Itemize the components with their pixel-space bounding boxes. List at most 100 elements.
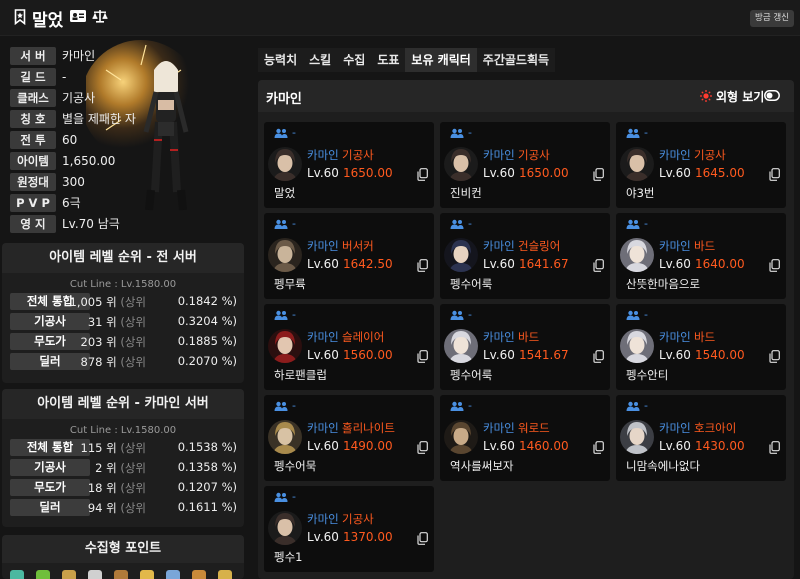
info-label: 전 투 bbox=[10, 130, 56, 149]
tab-weekly-gold[interactable]: 주간골드획득 bbox=[476, 48, 556, 72]
info-row-guild: 길 드- bbox=[10, 67, 66, 86]
rank-label: 무도가 bbox=[10, 333, 90, 350]
character-card[interactable]: - 카마인 바드 Lv.60 1640.00 산뜻한마음으로 bbox=[616, 213, 786, 299]
rank-percent: 0.1842 %) bbox=[177, 294, 237, 308]
character-item-level: 1460.00 bbox=[519, 439, 569, 453]
character-card[interactable]: - 카마인 기공사 Lv.60 1370.00 펭수1 bbox=[264, 486, 434, 572]
copy-icon[interactable] bbox=[417, 532, 428, 545]
copy-icon[interactable] bbox=[769, 259, 780, 272]
copy-icon[interactable] bbox=[417, 350, 428, 363]
tab-skills[interactable]: 스킬 bbox=[303, 48, 338, 72]
character-avatar bbox=[268, 420, 302, 454]
refresh-button[interactable]: 방금 갱신 bbox=[750, 10, 794, 27]
rank-title: 아이템 레벨 순위 - 카마인 서버 bbox=[2, 389, 244, 419]
giant-heart-icon[interactable] bbox=[62, 570, 76, 579]
sea-bounty-icon[interactable] bbox=[140, 570, 154, 579]
copy-icon[interactable] bbox=[593, 168, 604, 181]
info-row-estate: 영 지 Lv.70 남극 bbox=[10, 214, 120, 233]
character-avatar bbox=[444, 147, 478, 181]
guild-name: - bbox=[292, 126, 296, 139]
masterpiece-icon[interactable] bbox=[88, 570, 102, 579]
orpheus-star-icon[interactable] bbox=[36, 570, 50, 579]
character-card[interactable]: - 카마인 워로드 Lv.60 1460.00 역사를써보자 bbox=[440, 395, 610, 481]
mokoko-seed-icon[interactable] bbox=[192, 570, 206, 579]
id-card-icon[interactable] bbox=[70, 10, 86, 22]
character-card[interactable]: - 카마인 기공사 Lv.60 1645.00 야3번 bbox=[616, 122, 786, 208]
rank-label: 기공사 bbox=[10, 313, 90, 330]
rank-row: 전체 통합 115 위 (상위 0.1538 %) bbox=[2, 438, 244, 457]
panel-server-name: 카마인 bbox=[266, 92, 302, 107]
info-label: 원정대 bbox=[10, 172, 56, 191]
cutline: Cut Line : Lv.1580.00 bbox=[69, 279, 177, 290]
character-level: Lv.60 bbox=[659, 348, 691, 362]
character-card[interactable]: - 카마인 홀리나이트 Lv.60 1490.00 펭수어묵 bbox=[264, 395, 434, 481]
rank-value: 94 위 bbox=[87, 501, 117, 515]
info-row-combat: 전 투 60 bbox=[10, 130, 77, 149]
tab-bar: 능력치 스킬 수집 도표 보유 캐릭터 주간골드획득 bbox=[258, 48, 556, 72]
info-label: P V P bbox=[10, 193, 56, 212]
copy-icon[interactable] bbox=[417, 168, 428, 181]
ignea-token-icon[interactable] bbox=[114, 570, 128, 579]
bookmark-icon[interactable] bbox=[14, 9, 26, 25]
character-card[interactable]: - 카마인 기공사 Lv.60 1650.00 진비컨 bbox=[440, 122, 610, 208]
guild-members-icon bbox=[274, 492, 288, 502]
copy-icon[interactable] bbox=[593, 259, 604, 272]
character-card[interactable]: - 카마인 버서커 Lv.60 1642.50 펭무륙 bbox=[264, 213, 434, 299]
collect-title: 수집형 포인트 bbox=[2, 535, 244, 563]
info-row-class: 클래스 기공사 bbox=[10, 88, 95, 107]
guild-name: - bbox=[292, 490, 296, 503]
character-card[interactable]: - 카마인 바드 Lv.60 1540.00 펭수안티 bbox=[616, 304, 786, 390]
character-class: 바드 bbox=[694, 239, 716, 253]
copy-icon[interactable] bbox=[593, 441, 604, 454]
rank-label: 전체 통합 bbox=[10, 439, 90, 456]
character-card[interactable]: - 카마인 바드 Lv.60 1541.67 펭수어룩 bbox=[440, 304, 610, 390]
character-level: Lv.60 bbox=[659, 439, 691, 453]
character-card[interactable]: - 카마인 호크아이 Lv.60 1430.00 니맘속에나없다 bbox=[616, 395, 786, 481]
character-server: 카마인 bbox=[307, 421, 339, 435]
character-class: 워로드 bbox=[518, 421, 550, 435]
character-server: 카마인 bbox=[307, 330, 339, 344]
rank-server: 아이템 레벨 순위 - 카마인 서버 Cut Line : Lv.1580.00… bbox=[2, 389, 244, 527]
guild-members-icon bbox=[450, 401, 464, 411]
character-card[interactable]: - 카마인 기공사 Lv.60 1650.00 말었 bbox=[264, 122, 434, 208]
copy-icon[interactable] bbox=[769, 441, 780, 454]
tab-owned-characters[interactable]: 보유 캐릭터 bbox=[405, 48, 477, 72]
guild-name: - bbox=[644, 399, 648, 412]
info-label: 영 지 bbox=[10, 214, 56, 233]
character-server: 카마인 bbox=[307, 148, 339, 162]
world-tree-leaf-icon[interactable] bbox=[166, 570, 180, 579]
copy-icon[interactable] bbox=[593, 350, 604, 363]
character-name-label: 펭수어묵 bbox=[274, 459, 317, 473]
guild-members-icon bbox=[626, 401, 640, 411]
info-value: Lv.70 남극 bbox=[62, 217, 120, 231]
character-item-level: 1650.00 bbox=[343, 166, 393, 180]
tab-chart[interactable]: 도표 bbox=[371, 48, 406, 72]
adventure-icon[interactable] bbox=[218, 570, 232, 579]
rank-value: 878 위 bbox=[80, 355, 117, 369]
rank-percent: 0.1538 %) bbox=[177, 440, 237, 454]
guild-name: - bbox=[644, 126, 648, 139]
top-bar: 말었 방금 갱신 bbox=[0, 0, 800, 36]
character-avatar bbox=[444, 238, 478, 272]
info-label: 클래스 bbox=[10, 88, 56, 107]
character-name-label: 말었 bbox=[274, 186, 296, 200]
tab-collection[interactable]: 수집 bbox=[337, 48, 372, 72]
copy-icon[interactable] bbox=[769, 168, 780, 181]
character-class: 홀리나이트 bbox=[342, 421, 395, 435]
scale-icon[interactable] bbox=[92, 9, 108, 23]
appearance-toggle[interactable] bbox=[764, 90, 780, 101]
copy-icon[interactable] bbox=[769, 350, 780, 363]
rank-value: 203 위 bbox=[80, 335, 117, 349]
cutline: Cut Line : Lv.1580.00 bbox=[69, 425, 177, 436]
copy-icon[interactable] bbox=[417, 441, 428, 454]
character-class: 기공사 bbox=[342, 148, 374, 162]
character-card[interactable]: - 카마인 슬레이어 Lv.60 1560.00 하로팬클럽 bbox=[264, 304, 434, 390]
copy-icon[interactable] bbox=[417, 259, 428, 272]
character-name-label: 펭무륙 bbox=[274, 277, 306, 291]
tab-stats[interactable]: 능력치 bbox=[258, 48, 304, 72]
info-row-server: 서 버 카마인 bbox=[10, 46, 95, 65]
island-heart-icon[interactable] bbox=[10, 570, 24, 579]
character-card[interactable]: - 카마인 건슬링어 Lv.60 1641.67 펭수어룩 bbox=[440, 213, 610, 299]
guild-name: - bbox=[468, 126, 472, 139]
character-avatar bbox=[268, 329, 302, 363]
